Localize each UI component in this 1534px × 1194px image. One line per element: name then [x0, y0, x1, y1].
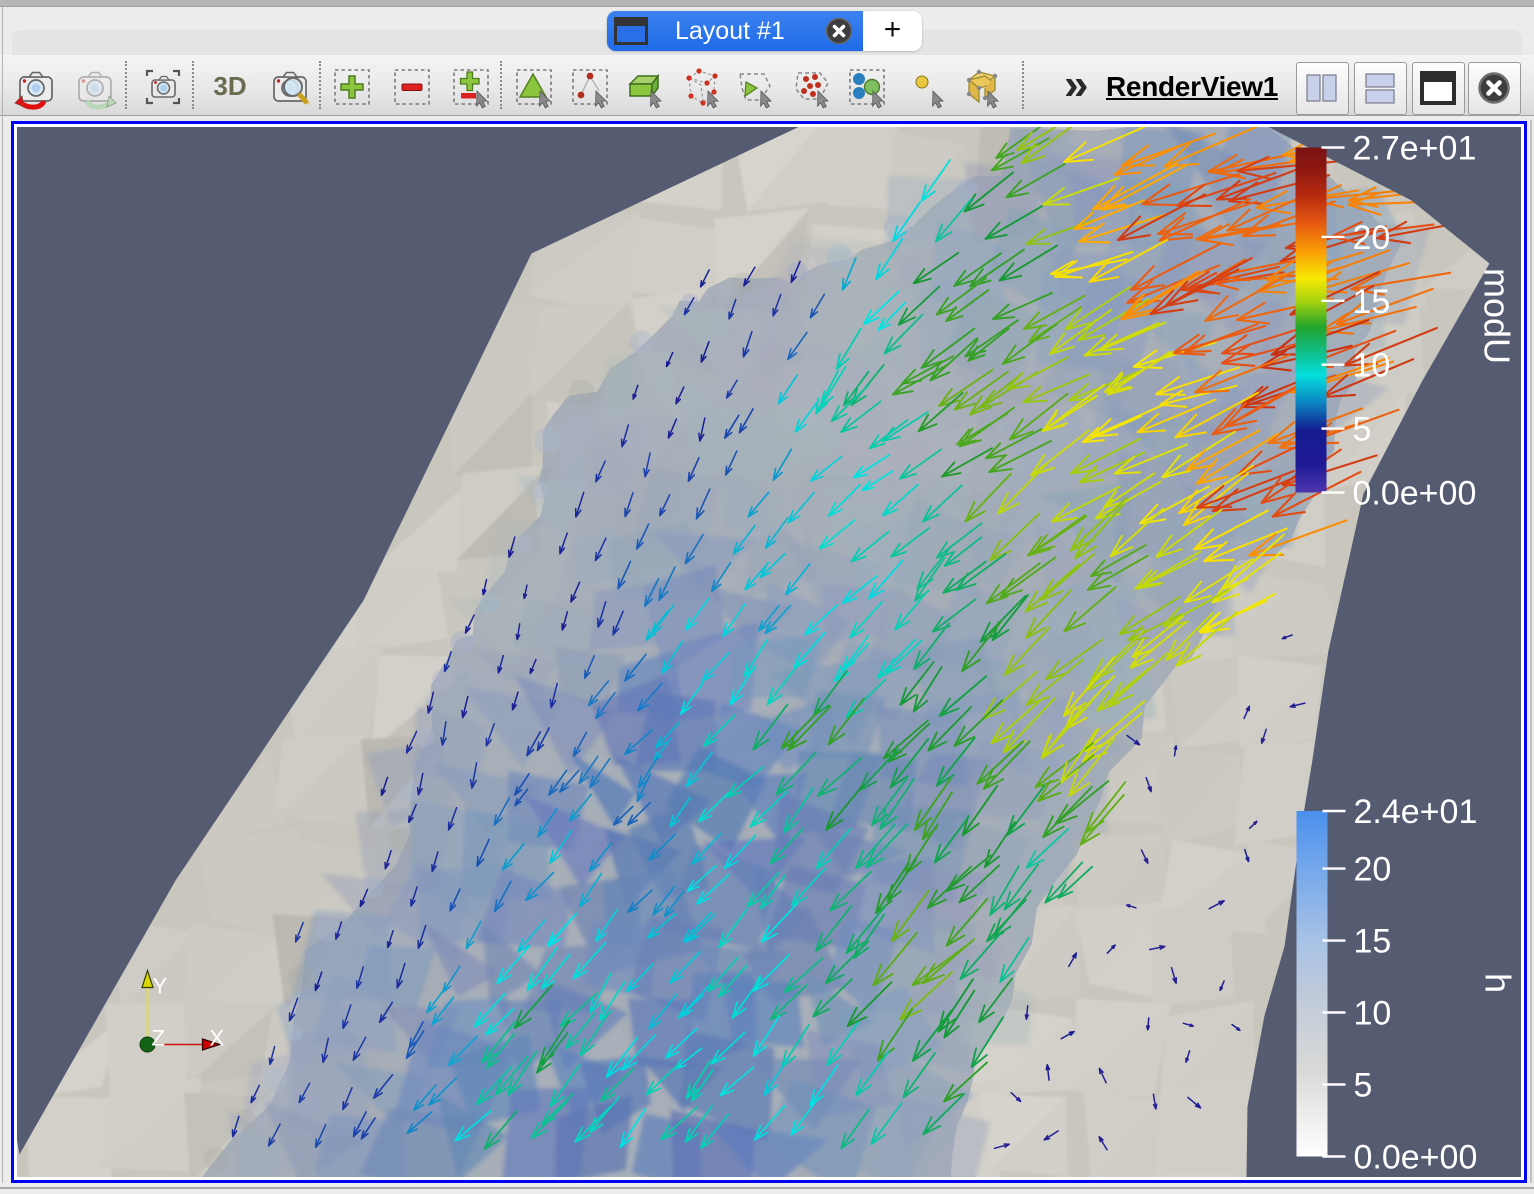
svg-text:modU: modU — [1476, 267, 1517, 363]
svg-text:20: 20 — [1352, 218, 1390, 256]
svg-text:10: 10 — [1353, 994, 1391, 1032]
svg-text:3D: 3D — [213, 71, 246, 101]
svg-text:0.0e+00: 0.0e+00 — [1353, 1138, 1477, 1176]
svg-text:2.7e+01: 2.7e+01 — [1352, 129, 1476, 167]
svg-text:Z: Z — [151, 1025, 164, 1050]
svg-text:2.4e+01: 2.4e+01 — [1353, 793, 1477, 831]
svg-text:15: 15 — [1353, 922, 1391, 960]
svg-text:5: 5 — [1352, 410, 1371, 448]
svg-text:10: 10 — [1352, 346, 1390, 384]
svg-text:15: 15 — [1352, 282, 1390, 320]
svg-text:Y: Y — [152, 973, 167, 998]
svg-text:20: 20 — [1353, 850, 1391, 888]
svg-text:h: h — [1477, 972, 1518, 992]
svg-text:5: 5 — [1353, 1066, 1372, 1104]
svg-text:X: X — [209, 1025, 224, 1050]
svg-text:0.0e+00: 0.0e+00 — [1352, 474, 1476, 512]
